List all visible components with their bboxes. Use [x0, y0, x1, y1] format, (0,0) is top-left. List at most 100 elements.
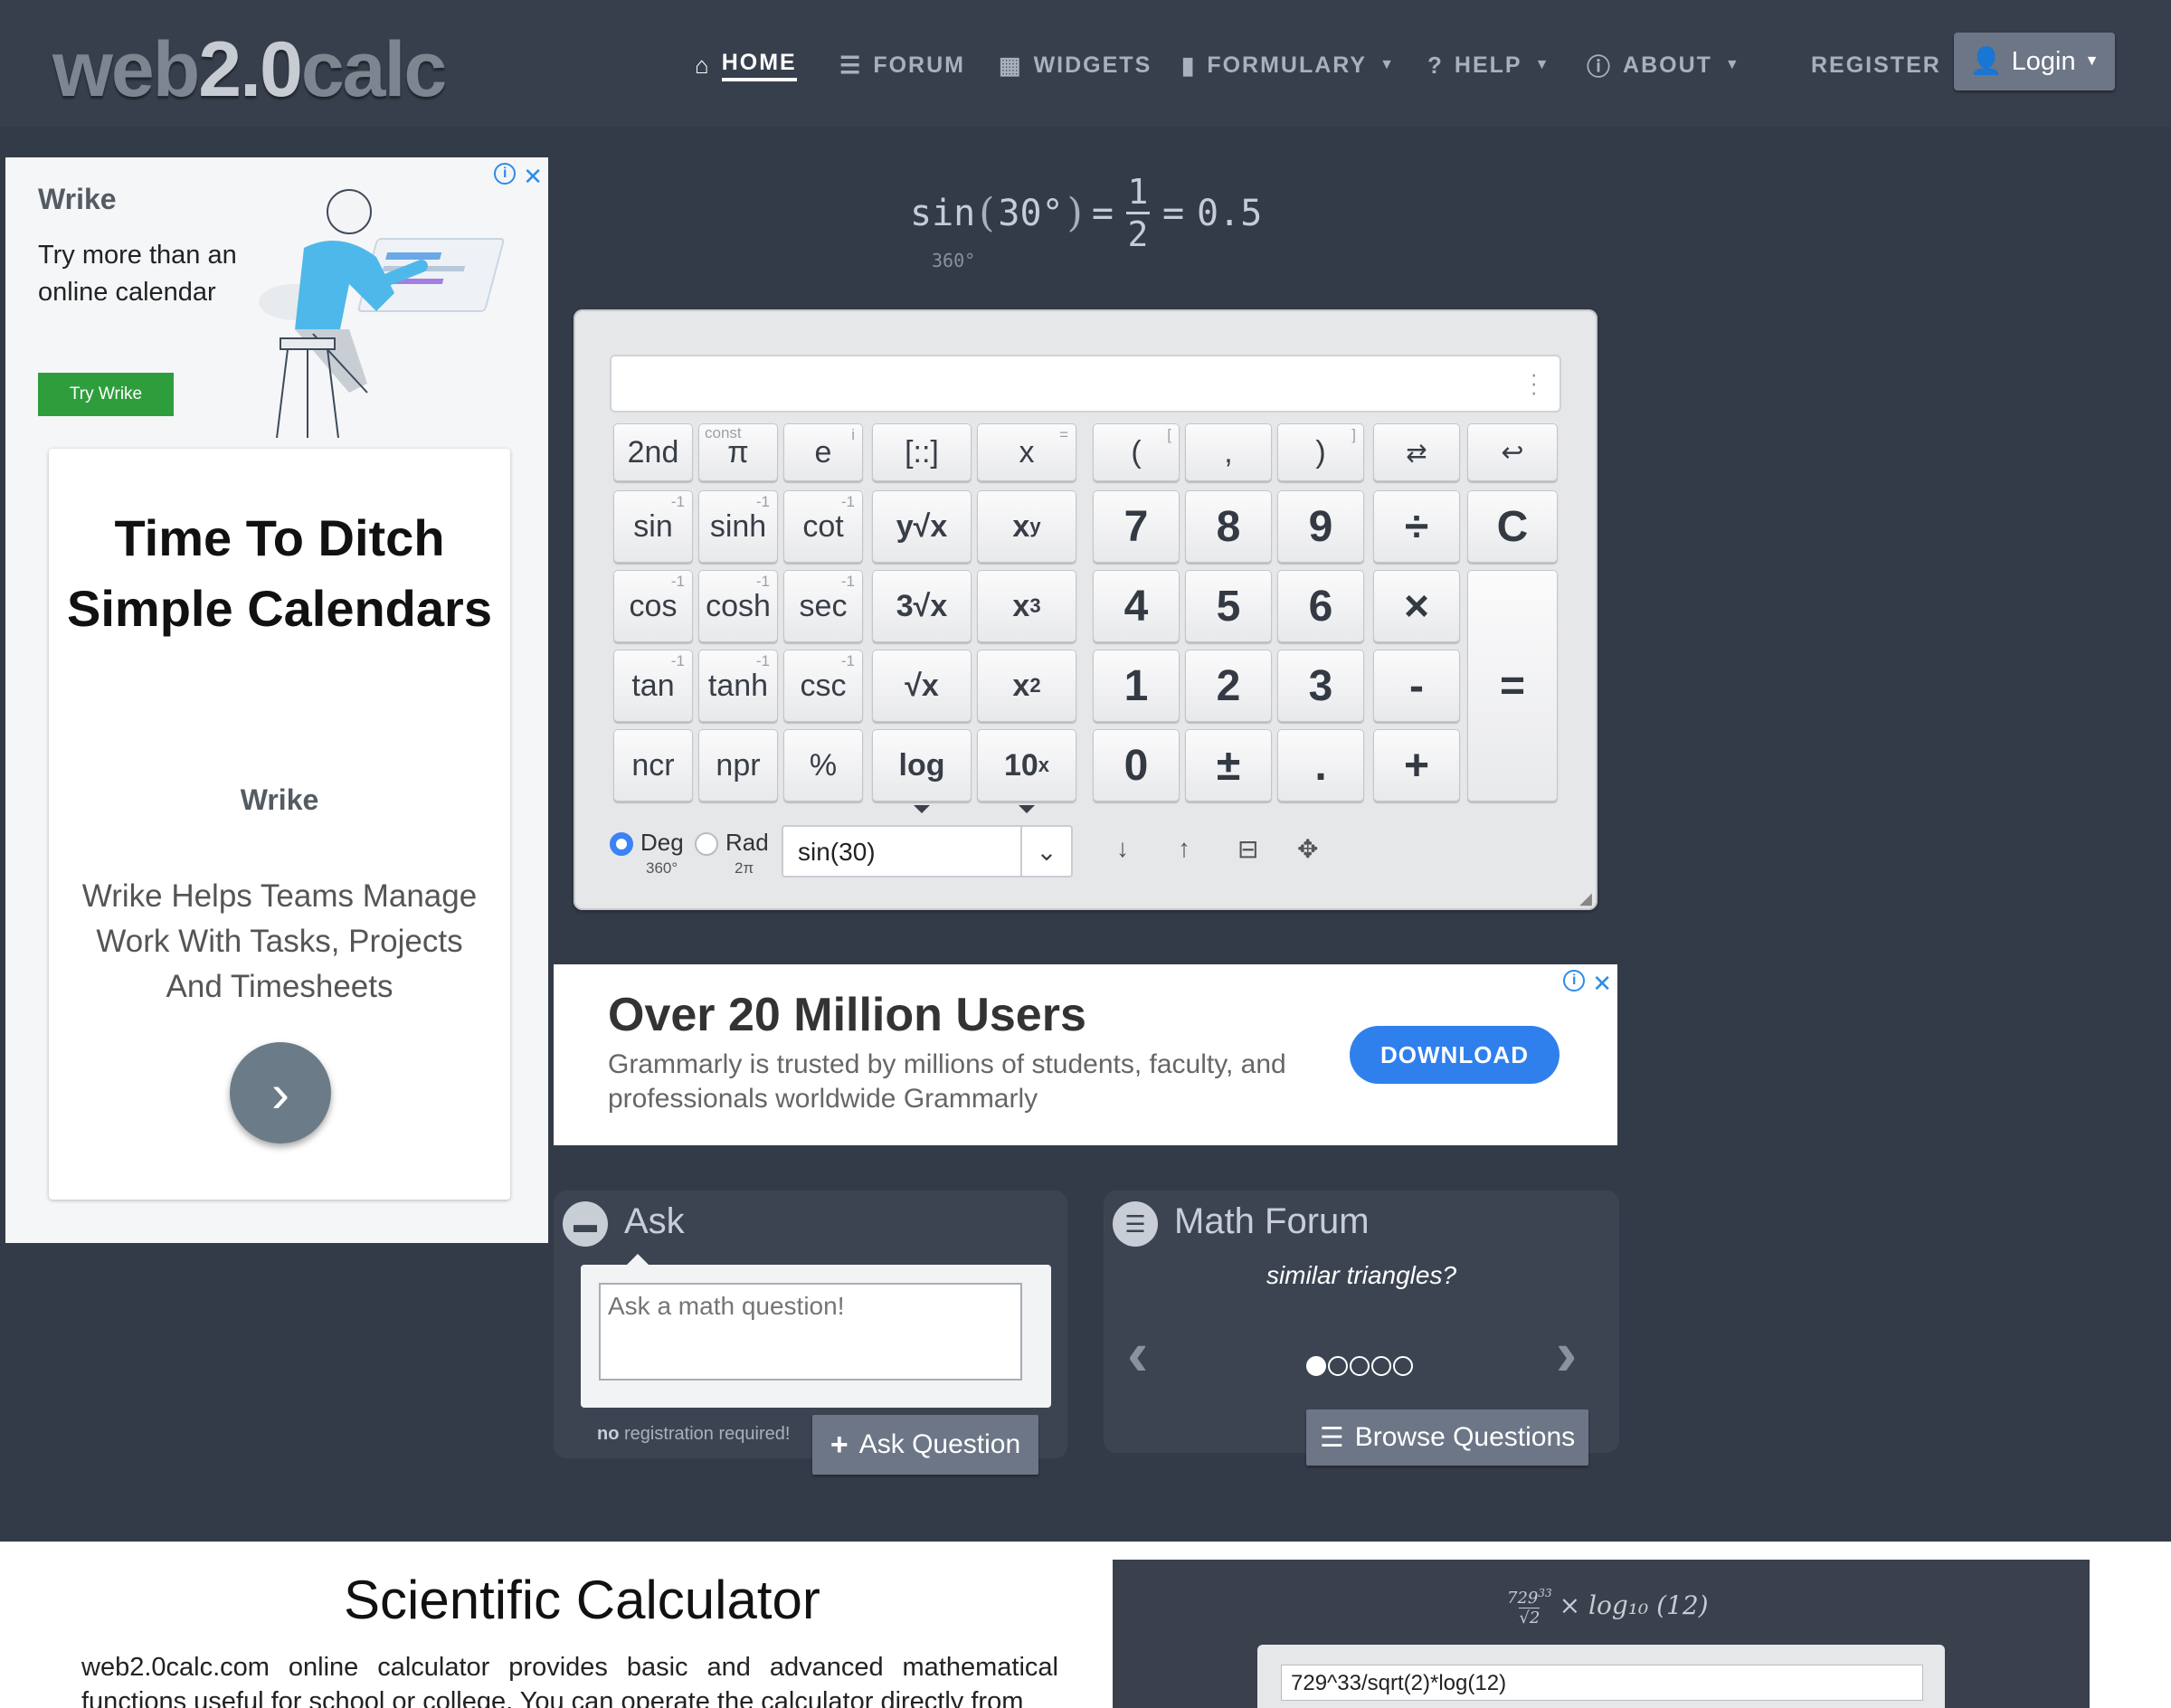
divide-key[interactable]: ÷ — [1373, 490, 1460, 563]
sinh-key[interactable]: -1 sinh — [698, 490, 778, 563]
nth-root-key[interactable]: y√x — [872, 490, 972, 563]
nav-forum-label: FORUM — [873, 52, 965, 78]
key-label: cot — [802, 508, 844, 544]
download-button[interactable]: DOWNLOAD — [1350, 1026, 1560, 1084]
digit-4-key[interactable]: 4 — [1093, 570, 1180, 642]
nav-home-label: HOME — [721, 50, 797, 81]
digit-9-key[interactable]: 9 — [1277, 490, 1364, 563]
e-key[interactable]: ie — [783, 423, 863, 481]
variable-x-key[interactable]: = x — [977, 423, 1076, 481]
decimal-key[interactable]: . — [1277, 729, 1364, 802]
nav-forum[interactable]: ☰ FORUM — [839, 47, 965, 83]
ad-choices[interactable]: i ✕ — [1563, 970, 1612, 998]
formula-fraction: 1 2 — [1125, 172, 1150, 254]
digit-8-key[interactable]: 8 — [1185, 490, 1272, 563]
log-key[interactable]: log — [872, 729, 972, 813]
backspace-key[interactable]: ↩ — [1467, 423, 1558, 481]
power-key[interactable]: xy — [977, 490, 1076, 563]
grammarly-advertisement[interactable]: i ✕ Over 20 Million Users Grammarly is t… — [554, 964, 1617, 1145]
key-label: 2 — [1216, 661, 1241, 710]
calculator-input[interactable]: · · · — [610, 355, 1561, 413]
chevron-down-icon[interactable]: ⌄ — [1020, 827, 1071, 876]
chevron-right-icon[interactable]: › — [1556, 1317, 1577, 1390]
ask-question-input[interactable] — [599, 1283, 1022, 1381]
caret-down-icon[interactable] — [1019, 805, 1035, 813]
copy-icon[interactable]: ⊟ — [1237, 834, 1258, 864]
right-paren-key[interactable]: ]) — [1277, 423, 1364, 481]
digit-2-key[interactable]: 2 — [1185, 650, 1272, 722]
move-icon[interactable]: ✥ — [1297, 834, 1318, 864]
equals-key[interactable]: = — [1467, 570, 1558, 802]
site-logo[interactable]: web2.0calc — [52, 25, 447, 115]
history-value: sin(30) — [798, 838, 876, 866]
carousel-dot[interactable] — [1371, 1356, 1391, 1376]
carousel-dot[interactable] — [1306, 1356, 1326, 1376]
digit-7-key[interactable]: 7 — [1093, 490, 1180, 563]
matrix-key[interactable]: [::] — [872, 423, 972, 481]
book-icon: ▮ — [1181, 51, 1197, 79]
caret-down-icon[interactable] — [914, 805, 930, 813]
cube-root-key[interactable]: 3√x — [872, 570, 972, 642]
percent-key[interactable]: % — [783, 729, 863, 802]
carousel-dot[interactable] — [1393, 1356, 1413, 1376]
plus-minus-key[interactable]: ± — [1185, 729, 1272, 802]
csc-key[interactable]: -1 csc — [783, 650, 863, 722]
ask-question-button[interactable]: + Ask Question — [812, 1415, 1038, 1475]
cube-key[interactable]: x3 — [977, 570, 1076, 642]
nav-register[interactable]: REGISTER — [1811, 47, 1941, 83]
second-key[interactable]: 2nd — [613, 423, 693, 481]
nav-about[interactable]: ⓘ ABOUT ▼ — [1587, 47, 1741, 83]
digit-1-key[interactable]: 1 — [1093, 650, 1180, 722]
try-wrike-button[interactable]: Try Wrike — [38, 373, 174, 416]
arrow-down-icon[interactable]: ↓ — [1116, 834, 1129, 863]
ncr-key[interactable]: ncr — [613, 729, 693, 802]
pi-key[interactable]: const π — [698, 423, 778, 481]
deg-radio[interactable] — [610, 832, 633, 856]
browse-questions-button[interactable]: ☰ Browse Questions — [1306, 1409, 1588, 1466]
login-button[interactable]: 👤 Login ▼ — [1954, 33, 2115, 90]
resize-handle-icon[interactable]: ◢ — [1579, 889, 1592, 908]
nav-home[interactable]: ⌂ HOME — [695, 47, 797, 83]
carousel-dot[interactable] — [1328, 1356, 1348, 1376]
chevron-left-icon[interactable]: ‹ — [1127, 1317, 1148, 1390]
cosh-key[interactable]: -1 cosh — [698, 570, 778, 642]
left-advertisement[interactable]: i ✕ Wrike Try more than an online calend… — [5, 157, 548, 1243]
nav-widgets[interactable]: ▦ WIDGETS — [999, 47, 1152, 83]
arrow-up-icon[interactable]: ↑ — [1178, 834, 1190, 863]
info-icon[interactable]: i — [1563, 970, 1586, 992]
key-label: + — [1403, 741, 1430, 790]
history-select[interactable]: sin(30) ⌄ — [782, 825, 1073, 878]
close-icon[interactable]: ✕ — [1592, 970, 1612, 998]
clear-key[interactable]: C — [1467, 490, 1558, 563]
chevron-right-icon[interactable]: › — [230, 1042, 331, 1143]
nav-help[interactable]: ? HELP ▼ — [1427, 47, 1550, 83]
left-paren-key[interactable]: [( — [1093, 423, 1180, 481]
rad-radio[interactable] — [695, 832, 718, 856]
key-sup: -1 — [840, 652, 855, 669]
forum-question-link[interactable]: similar triangles? — [1104, 1261, 1619, 1290]
swap-key[interactable]: ⇄ — [1373, 423, 1460, 481]
tan-key[interactable]: -1 tan — [613, 650, 693, 722]
plus-key[interactable]: + — [1373, 729, 1460, 802]
comma-key[interactable]: , — [1185, 423, 1272, 481]
digit-5-key[interactable]: 5 — [1185, 570, 1272, 642]
list-icon: ☰ — [1113, 1201, 1158, 1247]
cos-key[interactable]: -1 cos — [613, 570, 693, 642]
nav-formulary[interactable]: ▮ FORMULARY ▼ — [1181, 47, 1396, 83]
ad-card[interactable]: Time To Ditch Simple Calendars Wrike Wri… — [49, 449, 510, 1200]
digit-3-key[interactable]: 3 — [1277, 650, 1364, 722]
tanh-key[interactable]: -1 tanh — [698, 650, 778, 722]
vertical-dots-icon[interactable]: · · · — [1530, 362, 1538, 403]
minus-key[interactable]: - — [1373, 650, 1460, 722]
multiply-key[interactable]: × — [1373, 570, 1460, 642]
carousel-dot[interactable] — [1350, 1356, 1370, 1376]
square-key[interactable]: x2 — [977, 650, 1076, 722]
npr-key[interactable]: npr — [698, 729, 778, 802]
cot-key[interactable]: -1 cot — [783, 490, 863, 563]
sin-key[interactable]: -1 sin — [613, 490, 693, 563]
sec-key[interactable]: -1 sec — [783, 570, 863, 642]
square-root-key[interactable]: √x — [872, 650, 972, 722]
digit-6-key[interactable]: 6 — [1277, 570, 1364, 642]
ten-power-key[interactable]: 10 x — [977, 729, 1076, 813]
digit-0-key[interactable]: 0 — [1093, 729, 1180, 802]
